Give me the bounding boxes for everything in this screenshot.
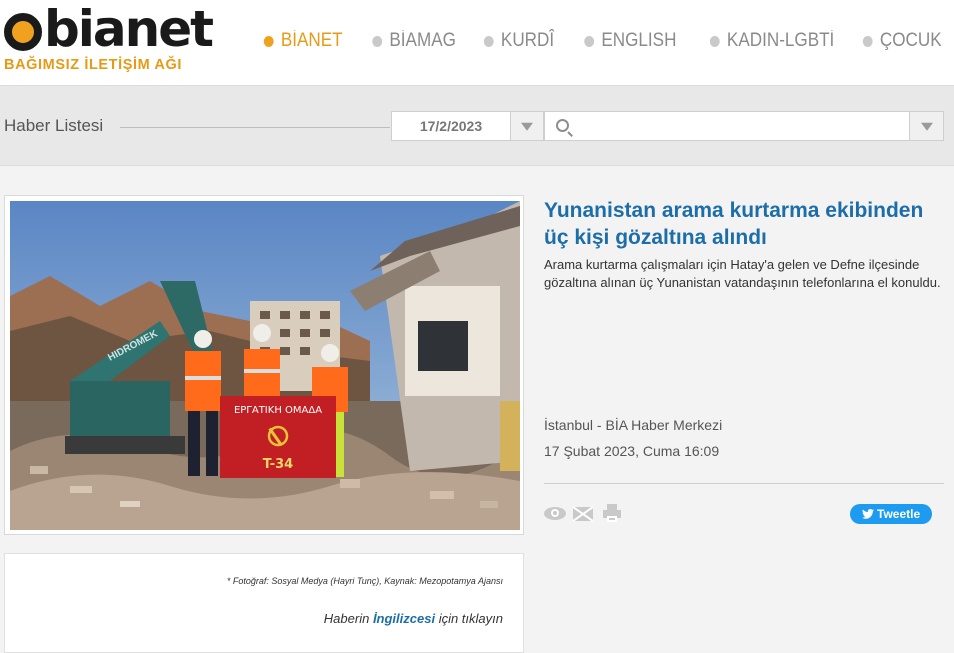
nav-item-cocuk[interactable]: ÇOCUK [863, 30, 942, 52]
tweet-label: Tweetle [877, 507, 921, 521]
rescue-team-photo: HIDROMEK ΕΡΓΑΤΙΚΗ ΟΜΑΔΑ T-34 [10, 201, 520, 530]
date-field[interactable]: 17/2/2023 [391, 111, 511, 141]
article-photo[interactable]: HIDROMEK ΕΡΓΑΤΙΚΗ ΟΜΑΔΑ T-34 [10, 201, 520, 530]
main-nav: BİANET BİAMAG KURDÎ ENGLISH KADIN-LGBTİ … [235, 30, 942, 52]
link-suffix: için tıklayın [435, 611, 503, 626]
logo-tagline: BAĞIMSIZ İLETİŞİM AĞI [4, 57, 183, 73]
nav-item-kurdi[interactable]: KURDÎ [483, 30, 554, 52]
bullet-icon [709, 35, 720, 47]
search-box[interactable] [544, 111, 910, 141]
nav-label: BİAMAG [389, 30, 456, 51]
news-filter-bar: Haber Listesi 17/2/2023 [0, 86, 954, 166]
divider [544, 483, 944, 484]
print-icon[interactable] [602, 503, 624, 523]
article-summary: Arama kurtarma çalışmaları için Hatay'a … [544, 257, 941, 290]
nav-label: ENGLISH [600, 30, 677, 51]
logo-mark-icon [4, 13, 42, 51]
svg-text:ΕΡΓΑΤΙΚΗ ΟΜΑΔΑ: ΕΡΓΑΤΙΚΗ ΟΜΑΔΑ [234, 405, 322, 416]
date-dropdown-button[interactable] [510, 111, 544, 141]
search-input[interactable] [577, 114, 897, 138]
nav-label: ÇOCUK [880, 30, 942, 51]
twitter-bird-icon [862, 509, 874, 519]
bianet-logo[interactable]: bianet BAĞIMSIZ İLETİŞİM AĞI [4, 0, 214, 74]
filter-title: Haber Listesi [4, 116, 104, 135]
bullet-icon [371, 35, 382, 47]
nav-label: KURDÎ [500, 30, 554, 51]
english-version-link[interactable]: İngilizcesi [373, 611, 435, 626]
nav-label: BİANET [280, 30, 343, 51]
chevron-down-icon [521, 122, 533, 131]
tweet-button[interactable]: Tweetle [850, 504, 932, 524]
article-source: İstanbul - BİA Haber Merkezi [544, 417, 723, 433]
logo-word: bianet [44, 0, 214, 58]
nav-item-kadin-lgbti[interactable]: KADIN-LGBTİ [709, 30, 835, 52]
english-link-line: Haberin İngilizcesi için tıklayın [324, 611, 503, 626]
nav-item-biamag[interactable]: BİAMAG [371, 30, 456, 52]
nav-label: KADIN-LGBTİ [726, 30, 835, 51]
search-icon [556, 119, 569, 132]
nav-item-bianet[interactable]: BİANET [263, 30, 343, 52]
caption-card: * Fotoğraf: Sosyal Medya (Hayri Tunç), K… [4, 553, 524, 653]
article-date: 17 Şubat 2023, Cuma 16:09 [544, 443, 720, 459]
search-dropdown-button[interactable] [909, 111, 944, 141]
chevron-down-icon [920, 122, 933, 131]
bullet-icon [863, 35, 874, 47]
site-header: bianet BAĞIMSIZ İLETİŞİM AĞI BİANET BİAM… [0, 0, 954, 86]
link-prefix: Haberin [323, 611, 373, 626]
article-title[interactable]: Yunanistan arama kurtarma ekibinden üç k… [544, 197, 944, 251]
mail-icon[interactable] [572, 503, 595, 523]
bullet-icon [583, 35, 594, 47]
article-photo-card: HIDROMEK ΕΡΓΑΤΙΚΗ ΟΜΑΔΑ T-34 [4, 195, 524, 535]
bullet-icon [263, 35, 274, 47]
photo-caption: * Fotoğraf: Sosyal Medya (Hayri Tunç), K… [226, 576, 503, 586]
divider [120, 127, 390, 128]
bullet-icon [483, 35, 494, 47]
nav-item-english[interactable]: ENGLISH [583, 30, 677, 52]
svg-text:T-34: T-34 [263, 457, 293, 472]
eye-icon[interactable] [544, 503, 566, 523]
